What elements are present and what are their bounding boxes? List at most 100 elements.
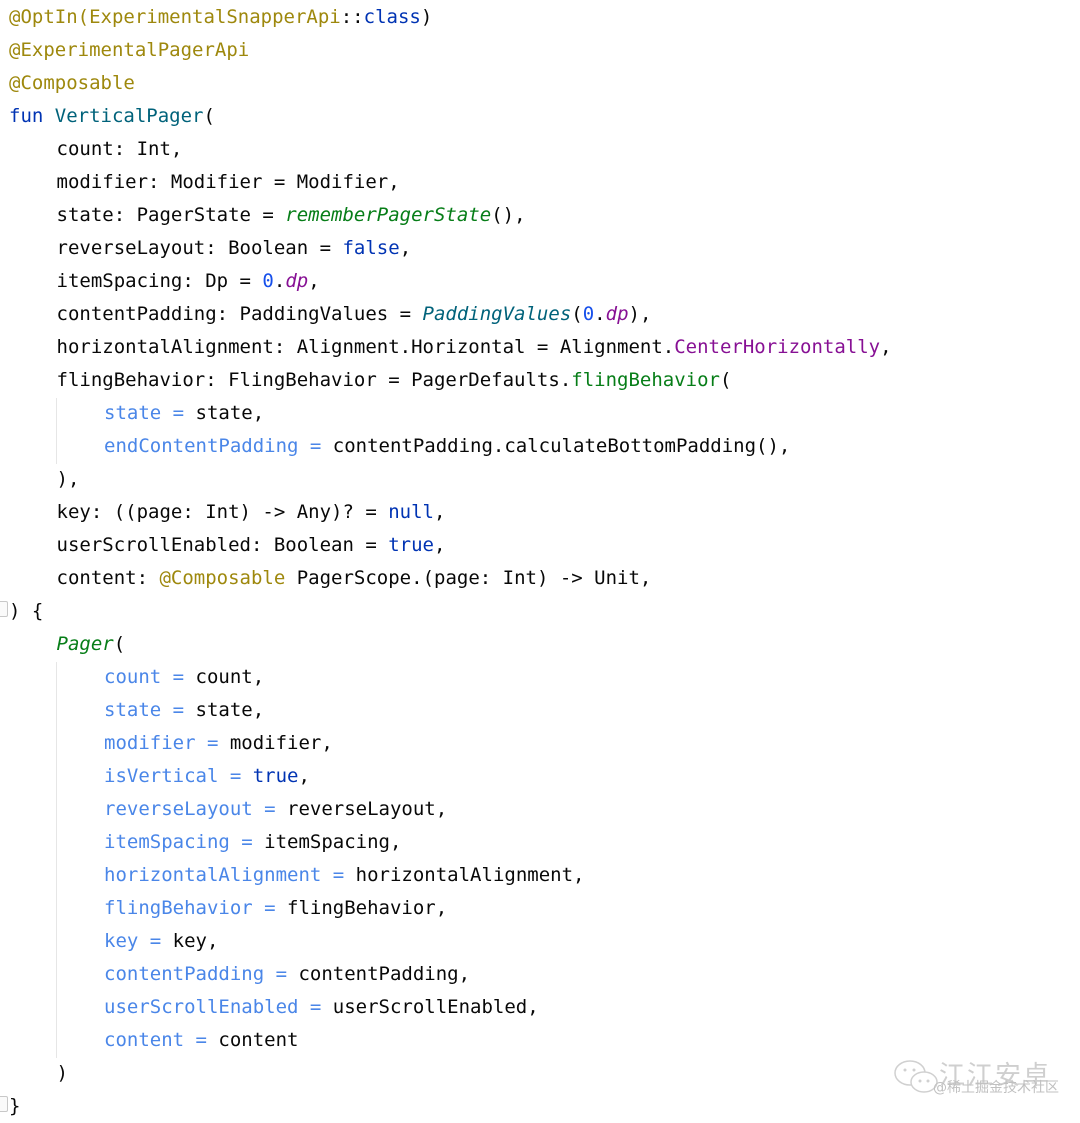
code-token: endContentPadding = — [104, 435, 333, 457]
code-token: horizontalAlignment: Alignment.Horizonta… — [56, 336, 675, 358]
code-token: horizontalAlignment = — [104, 864, 356, 886]
code-token: count = — [104, 666, 196, 688]
code-line[interactable]: endContentPadding = contentPadding.calcu… — [104, 430, 790, 463]
code-line[interactable]: contentPadding: PaddingValues = PaddingV… — [57, 298, 652, 331]
code-line[interactable]: flingBehavior: FlingBehavior = PagerDefa… — [57, 364, 732, 397]
code-token: dp — [285, 270, 309, 292]
code-token: Pager — [56, 633, 114, 655]
code-line[interactable]: key: ((page: Int) -> Any)? = null, — [57, 496, 446, 529]
indent-guide — [56, 398, 57, 464]
code-line[interactable]: flingBehavior = flingBehavior, — [104, 892, 447, 925]
code-token: fun — [9, 105, 55, 127]
code-token: @ExperimentalPagerApi — [9, 39, 250, 61]
code-token: class — [363, 6, 421, 28]
code-line[interactable]: itemSpacing = itemSpacing, — [104, 826, 401, 859]
code-line[interactable]: fun VerticalPager( — [9, 100, 215, 133]
code-token: state, — [195, 699, 265, 721]
indent-guide — [56, 662, 57, 1058]
code-token: flingBehavior = — [104, 897, 288, 919]
code-line[interactable]: key = key, — [104, 925, 218, 958]
code-token: state, — [195, 402, 265, 424]
code-token: reverseLayout = — [104, 798, 288, 820]
code-token: ), — [628, 303, 652, 325]
code-line[interactable]: reverseLayout = reverseLayout, — [104, 793, 447, 826]
code-line[interactable]: isVertical = true, — [104, 760, 310, 793]
code-token: itemSpacing: Dp = — [56, 270, 263, 292]
code-token: , — [298, 765, 310, 787]
code-line[interactable]: content: @Composable PagerScope.(page: I… — [57, 562, 652, 595]
code-token: , — [880, 336, 892, 358]
code-line[interactable]: state = state, — [104, 397, 264, 430]
code-token: 0 — [262, 270, 274, 292]
code-token: modifier = — [104, 732, 230, 754]
code-token: (), — [491, 204, 526, 226]
fold-marker-icon[interactable] — [0, 601, 8, 617]
fold-marker-icon[interactable] — [0, 1096, 8, 1112]
code-line[interactable]: modifier = modifier, — [104, 727, 333, 760]
code-token: key: ((page: Int) -> Any)? = — [56, 501, 389, 523]
code-line[interactable]: horizontalAlignment: Alignment.Horizonta… — [57, 331, 892, 364]
code-token: , — [399, 237, 412, 259]
code-token: state = — [104, 699, 196, 721]
code-token: ), — [56, 468, 80, 490]
code-token: , — [308, 270, 320, 292]
code-token: @Composable — [9, 72, 135, 94]
code-token: VerticalPager — [54, 105, 204, 127]
code-token: ( — [113, 633, 126, 655]
code-line[interactable]: ) { — [9, 595, 43, 628]
code-token: reverseLayout: Boolean = — [56, 237, 343, 259]
code-line[interactable]: } — [9, 1090, 20, 1123]
code-line[interactable]: reverseLayout: Boolean = false, — [57, 232, 412, 265]
code-line[interactable]: @Composable — [9, 67, 135, 100]
code-token: isVertical = — [104, 765, 253, 787]
code-line[interactable]: ), — [57, 463, 80, 496]
code-token: } — [9, 1095, 21, 1117]
code-token: ) — [56, 1062, 68, 1084]
code-token: true — [388, 534, 434, 556]
code-token: userScrollEnabled, — [332, 996, 539, 1018]
code-line[interactable]: count: Int, — [57, 133, 183, 166]
code-line[interactable]: content = content — [104, 1024, 298, 1057]
code-token: state: PagerState = — [56, 204, 286, 226]
code-editor[interactable]: @OptIn(ExperimentalSnapperApi::class)@Ex… — [0, 0, 1080, 1122]
watermark: 江江安卓 @稀土掘金技术社区 — [893, 1055, 1073, 1100]
code-line[interactable]: Pager( — [57, 628, 126, 661]
code-line[interactable]: @ExperimentalPagerApi — [9, 34, 249, 67]
code-line[interactable]: horizontalAlignment = horizontalAlignmen… — [104, 859, 584, 892]
code-line[interactable]: userScrollEnabled: Boolean = true, — [57, 529, 446, 562]
code-token: itemSpacing, — [264, 831, 402, 853]
code-line[interactable]: ) — [57, 1057, 68, 1090]
code-line[interactable]: state = state, — [104, 694, 264, 727]
code-token: CenterHorizontally — [674, 336, 881, 358]
code-line[interactable]: itemSpacing: Dp = 0.dp, — [57, 265, 320, 298]
code-token: , — [434, 534, 446, 556]
code-token: @OptIn(ExperimentalSnapperApi — [9, 6, 341, 28]
code-token: flingBehavior — [571, 369, 720, 391]
code-token: count, — [195, 666, 265, 688]
code-token: userScrollEnabled: Boolean = — [56, 534, 389, 556]
watermark-subtitle: @稀土掘金技术社区 — [933, 1080, 1059, 1096]
code-token: ( — [571, 303, 583, 325]
code-token: reverseLayout, — [287, 798, 448, 820]
code-token: state = — [104, 402, 196, 424]
code-token: itemSpacing = — [104, 831, 265, 853]
code-line[interactable]: count = count, — [104, 661, 264, 694]
code-line[interactable]: state: PagerState = rememberPagerState()… — [57, 199, 526, 232]
code-line[interactable]: contentPadding = contentPadding, — [104, 958, 470, 991]
code-line[interactable]: @OptIn(ExperimentalSnapperApi::class) — [9, 1, 432, 34]
code-token: modifier: Modifier = Modifier, — [56, 171, 400, 193]
code-token: null — [388, 501, 434, 523]
code-token: 0 — [582, 303, 595, 325]
code-token: PagerScope.(page: Int) -> Unit, — [285, 567, 652, 589]
code-token: true — [252, 765, 299, 787]
code-token: modifier, — [229, 732, 333, 754]
code-token: ) { — [9, 600, 44, 622]
code-token: contentPadding: PaddingValues = — [56, 303, 423, 325]
code-token: @Composable — [159, 567, 286, 589]
code-token: PaddingValues — [422, 303, 572, 325]
code-line[interactable]: modifier: Modifier = Modifier, — [57, 166, 400, 199]
code-token: ( — [719, 369, 732, 391]
code-token: contentPadding, — [298, 963, 471, 985]
code-token: flingBehavior: FlingBehavior = PagerDefa… — [56, 369, 572, 391]
code-line[interactable]: userScrollEnabled = userScrollEnabled, — [104, 991, 539, 1024]
